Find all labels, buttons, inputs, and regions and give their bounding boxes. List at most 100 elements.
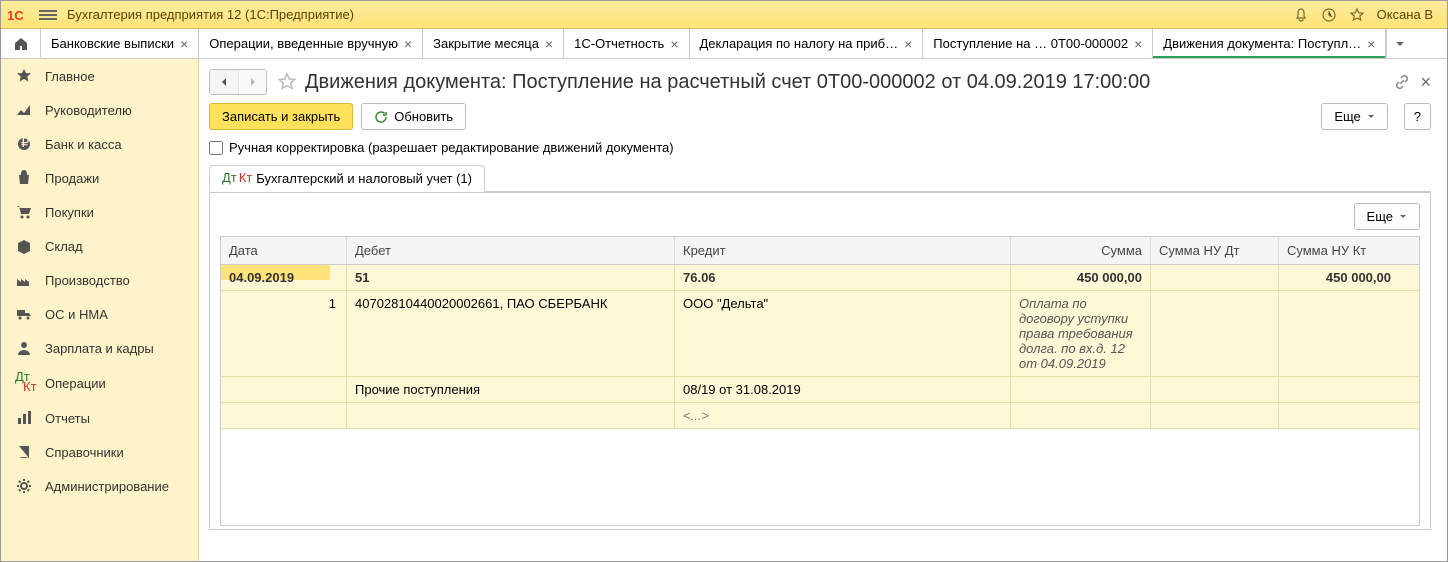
manual-edit-checkbox[interactable] — [209, 141, 223, 155]
dtkt-icon: ДтКт — [15, 373, 33, 393]
book-icon — [15, 443, 33, 461]
chart-icon — [15, 101, 33, 119]
refresh-icon — [374, 110, 388, 124]
gear-icon — [15, 477, 33, 495]
sidebar-item-bank[interactable]: ₽Банк и касса — [1, 127, 198, 161]
sidebar-item-references[interactable]: Справочники — [1, 435, 198, 469]
titlebar: 1С Бухгалтерия предприятия 12 (1С:Предпр… — [1, 1, 1447, 29]
help-button[interactable]: ? — [1404, 103, 1431, 130]
close-icon[interactable]: × — [904, 36, 912, 52]
bell-icon[interactable] — [1293, 7, 1309, 23]
tab-bank-statements[interactable]: Банковские выписки× — [41, 29, 199, 58]
cell-credit-sub1: ООО "Дельта" — [675, 291, 1011, 376]
cell-nudt — [1151, 265, 1279, 290]
sidebar-item-main[interactable]: Главное — [1, 59, 198, 93]
close-icon[interactable]: × — [545, 36, 553, 52]
cart-icon — [15, 203, 33, 221]
bars-icon — [15, 409, 33, 427]
svg-text:1С: 1С — [7, 8, 24, 23]
refresh-button[interactable]: Обновить — [361, 103, 466, 130]
tab-document-movements[interactable]: Движения документа: Поступл…× — [1153, 29, 1386, 58]
tab-tax-declaration[interactable]: Декларация по налогу на приб…× — [690, 29, 924, 58]
col-debit[interactable]: Дебет — [347, 237, 675, 264]
col-nukt[interactable]: Сумма НУ Кт — [1279, 237, 1399, 264]
sidebar-item-sales[interactable]: Продажи — [1, 161, 198, 195]
sidebar-item-warehouse[interactable]: Склад — [1, 229, 198, 263]
tab-manual-ops[interactable]: Операции, введенные вручную× — [199, 29, 423, 58]
sidebar-item-production[interactable]: Производство — [1, 263, 198, 297]
close-icon[interactable]: × — [670, 36, 678, 52]
close-icon[interactable]: × — [1367, 36, 1375, 52]
forward-button[interactable] — [238, 70, 266, 94]
tab-month-close[interactable]: Закрытие месяца× — [423, 29, 564, 58]
cell-desc: Оплата по договору уступки права требова… — [1011, 291, 1151, 376]
tabbar: Банковские выписки× Операции, введенные … — [1, 29, 1447, 59]
sidebar-item-reports[interactable]: Отчеты — [1, 401, 198, 435]
save-close-button[interactable]: Записать и закрыть — [209, 103, 353, 130]
tab-1c-reporting[interactable]: 1С-Отчетность× — [564, 29, 689, 58]
col-sum[interactable]: Сумма — [1011, 237, 1151, 264]
close-button[interactable]: × — [1420, 72, 1431, 93]
user-name[interactable]: Оксана В — [1377, 7, 1433, 22]
accounting-grid[interactable]: Дата Дебет Кредит Сумма Сумма НУ Дт Сумм… — [220, 236, 1420, 526]
grid-row[interactable]: <...> — [221, 403, 1419, 429]
svg-text:₽: ₽ — [21, 135, 29, 150]
sidebar-item-admin[interactable]: Администрирование — [1, 469, 198, 503]
col-credit[interactable]: Кредит — [675, 237, 1011, 264]
cell-debit-acc: 51 — [347, 265, 675, 290]
tab-receipt[interactable]: Поступление на … 0Т00-000002× — [923, 29, 1153, 58]
sidebar-item-operations[interactable]: ДтКтОперации — [1, 365, 198, 401]
history-icon[interactable] — [1321, 7, 1337, 23]
close-icon[interactable]: × — [180, 36, 188, 52]
col-nudt[interactable]: Сумма НУ Дт — [1151, 237, 1279, 264]
back-button[interactable] — [210, 70, 238, 94]
grid-more-button[interactable]: Еще — [1354, 203, 1420, 230]
cell-num: 1 — [221, 291, 347, 376]
grid-row[interactable]: Прочие поступления 08/19 от 31.08.2019 — [221, 377, 1419, 403]
truck-icon — [15, 305, 33, 323]
menu-icon[interactable] — [39, 8, 57, 22]
tabs-dropdown[interactable] — [1386, 29, 1412, 58]
sidebar-item-purchases[interactable]: Покупки — [1, 195, 198, 229]
more-button[interactable]: Еще — [1321, 103, 1387, 130]
cell-credit-acc: 76.06 — [675, 265, 1011, 290]
arrow-left-icon — [218, 76, 230, 88]
grid-row[interactable]: 1 40702810440020002661, ПАО СБЕРБАНК ООО… — [221, 291, 1419, 377]
app-title: Бухгалтерия предприятия 12 (1С:Предприят… — [67, 7, 1293, 22]
sidebar-item-hr[interactable]: Зарплата и кадры — [1, 331, 198, 365]
cell-credit-sub3[interactable]: <...> — [675, 403, 1011, 428]
favorite-icon[interactable] — [277, 72, 297, 92]
person-icon — [15, 339, 33, 357]
cell-nukt: 450 000,00 — [1279, 265, 1399, 290]
chevron-down-icon — [1399, 213, 1407, 221]
grid-container: Еще Дата Дебет Кредит Сумма Сумма НУ Дт … — [209, 192, 1431, 530]
home-icon — [13, 36, 29, 52]
star-icon[interactable] — [1349, 7, 1365, 23]
sidebar-item-manager[interactable]: Руководителю — [1, 93, 198, 127]
cell-date: 04.09.2019 — [221, 265, 347, 290]
bag-icon — [15, 169, 33, 187]
app-logo-icon: 1С — [7, 6, 31, 24]
home-tab[interactable] — [1, 29, 41, 58]
cell-sum: 450 000,00 — [1011, 265, 1151, 290]
nav-buttons — [209, 69, 267, 95]
link-icon[interactable] — [1394, 74, 1410, 90]
star-icon — [15, 67, 33, 85]
cell-credit-sub2: 08/19 от 31.08.2019 — [675, 377, 1011, 402]
sidebar: Главное Руководителю ₽Банк и касса Прода… — [1, 59, 199, 561]
close-icon[interactable]: × — [404, 36, 412, 52]
col-date[interactable]: Дата — [221, 237, 347, 264]
grid-row[interactable]: 04.09.2019 51 76.06 450 000,00 450 000,0… — [221, 265, 1419, 291]
coin-icon: ₽ — [15, 135, 33, 153]
content: Движения документа: Поступление на расче… — [199, 59, 1447, 561]
manual-edit-label: Ручная корректировка (разрешает редактир… — [229, 140, 674, 155]
close-icon[interactable]: × — [1134, 36, 1142, 52]
page-title: Движения документа: Поступление на расче… — [305, 71, 1394, 94]
sidebar-item-assets[interactable]: ОС и НМА — [1, 297, 198, 331]
accounting-tab[interactable]: ДтКт Бухгалтерский и налоговый учет (1) — [209, 165, 485, 192]
chevron-down-icon — [1367, 113, 1375, 121]
cell-debit-sub1: 40702810440020002661, ПАО СБЕРБАНК — [347, 291, 675, 376]
cell-debit-sub2: Прочие поступления — [347, 377, 675, 402]
arrow-right-icon — [247, 76, 259, 88]
factory-icon — [15, 271, 33, 289]
